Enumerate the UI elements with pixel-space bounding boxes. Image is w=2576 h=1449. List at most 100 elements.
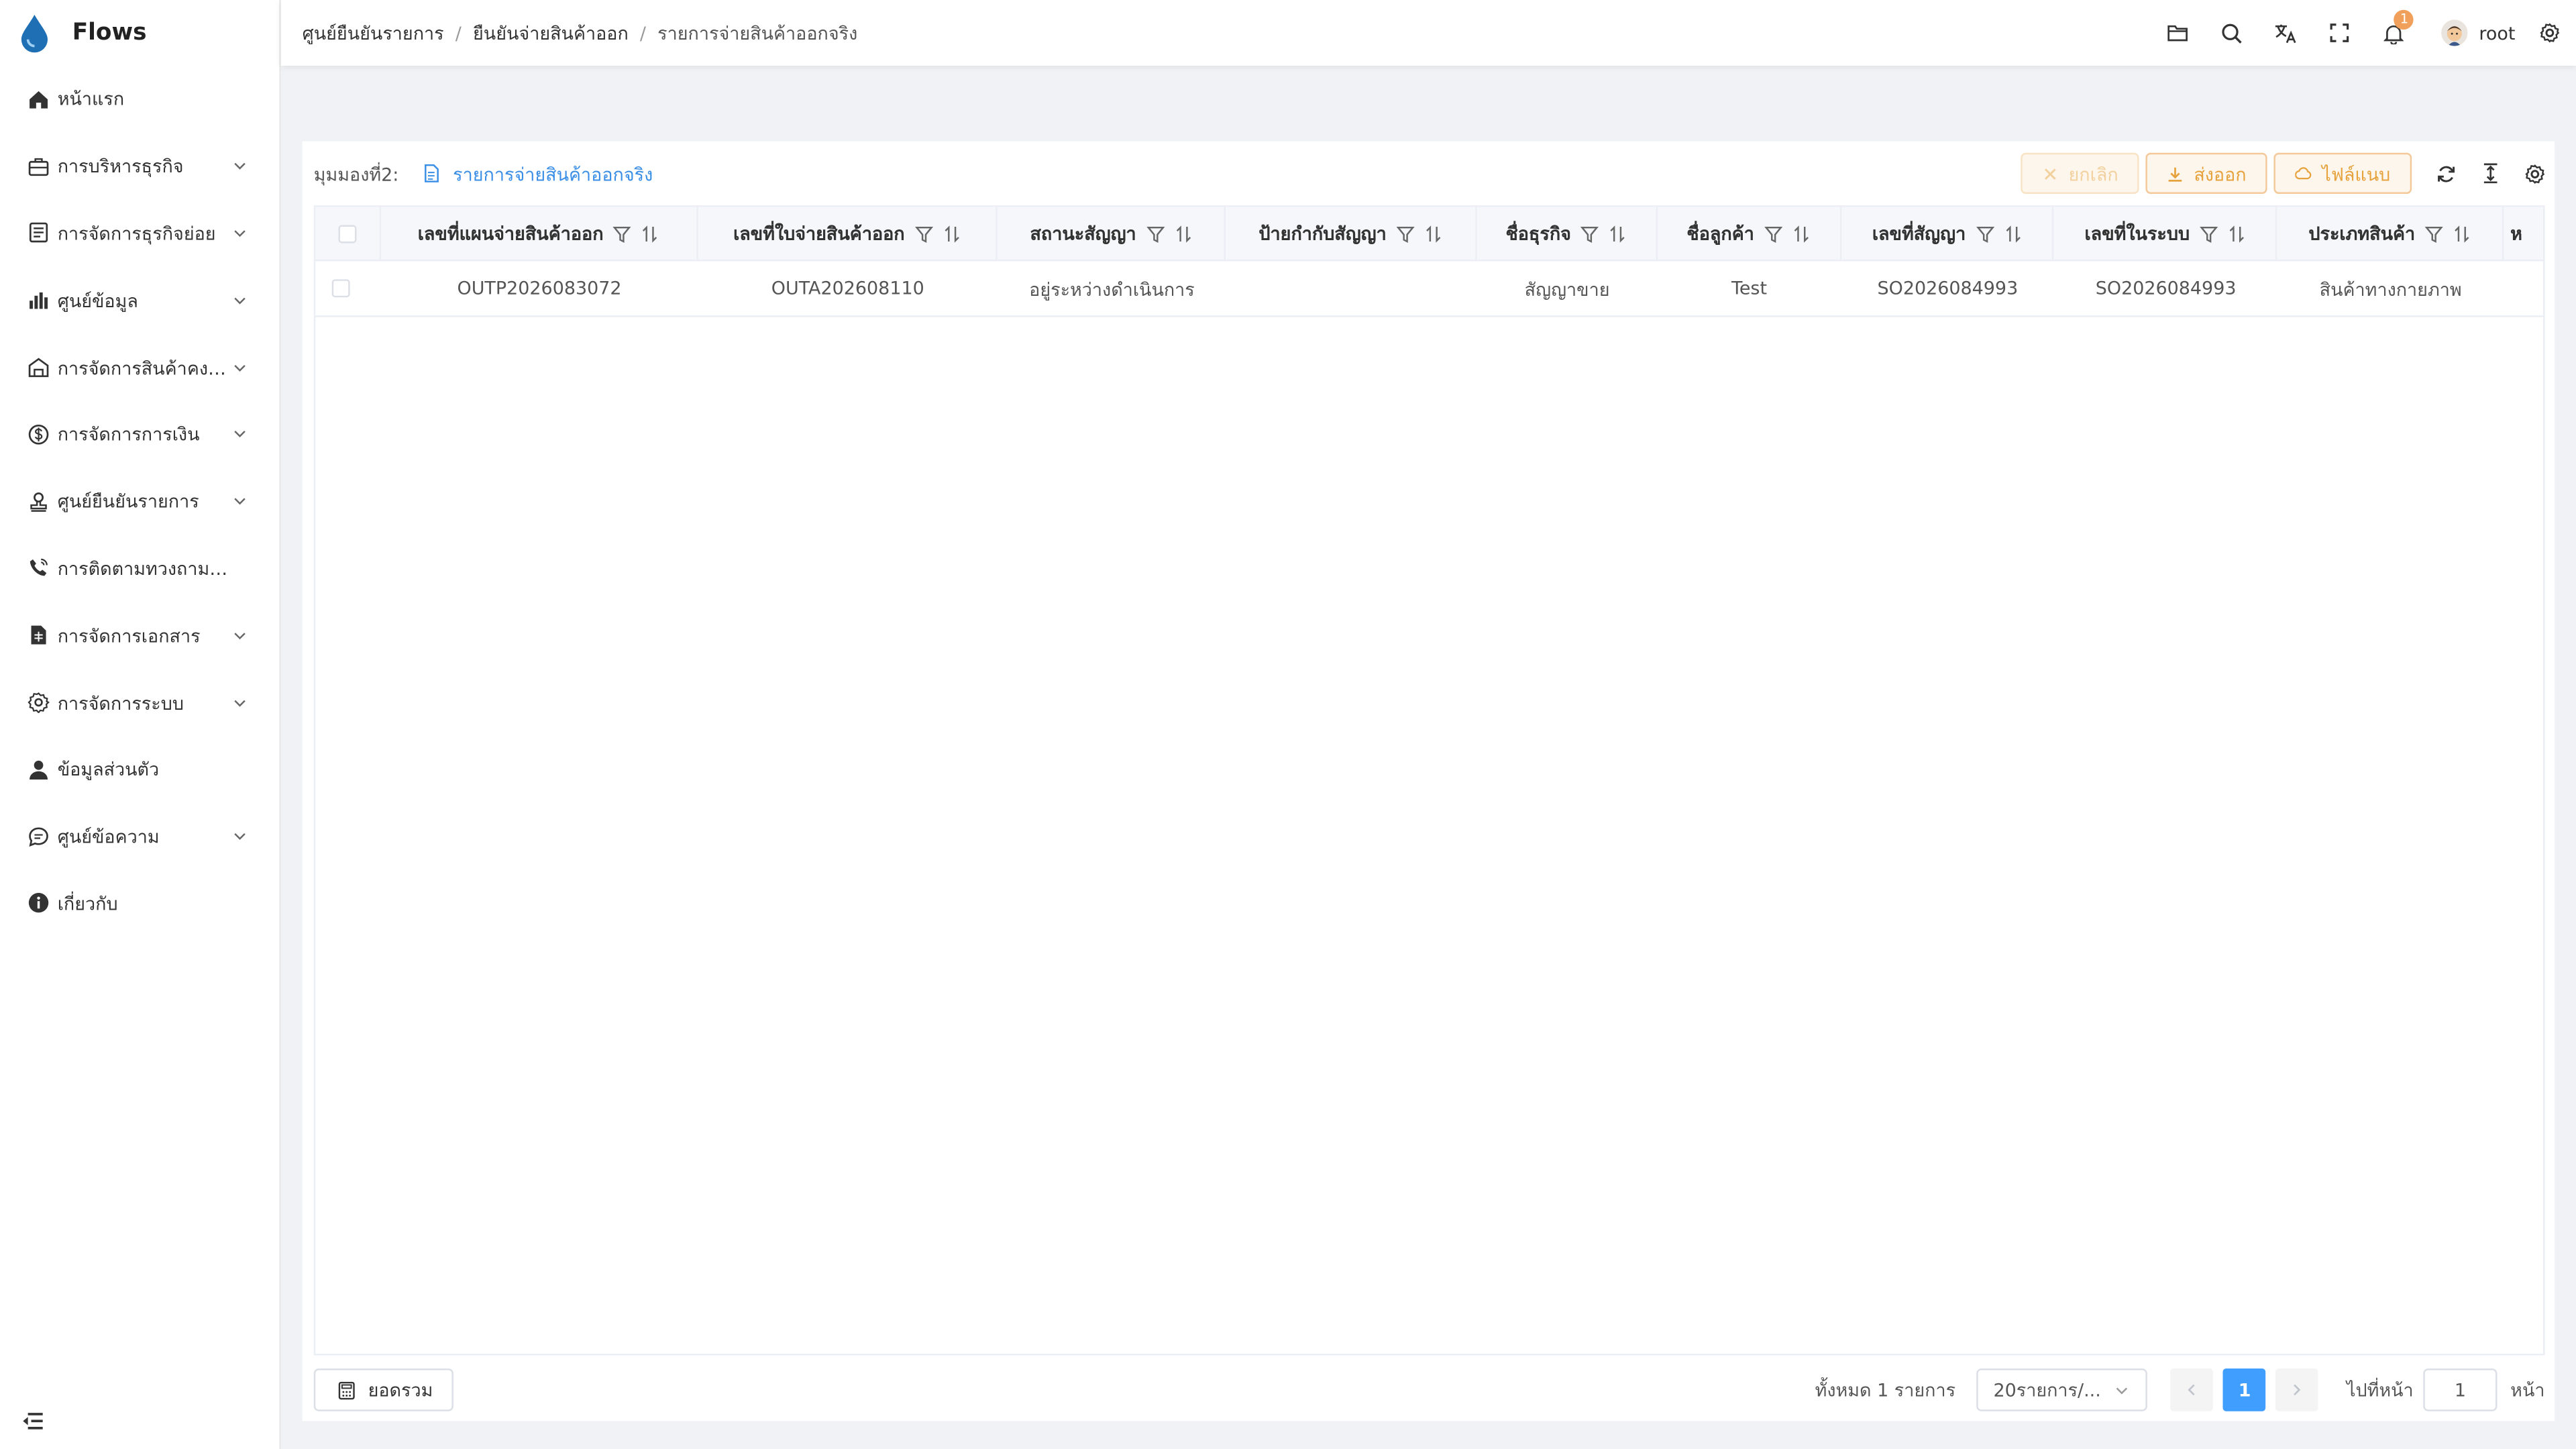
sort-icon[interactable] [943, 224, 961, 242]
sidebar-item[interactable]: การจัดการสินค้าคงคลัง [0, 334, 279, 401]
notification-bell-icon[interactable]: 1 [2383, 9, 2414, 44]
view-selector[interactable]: รายการจ่ายสินค้าออกจริง [422, 158, 653, 188]
refresh-icon[interactable] [2434, 162, 2456, 184]
sort-icon[interactable] [641, 224, 659, 242]
filter-icon[interactable] [914, 224, 933, 242]
column-header[interactable]: ชื่อธุรกิจ [1477, 207, 1658, 260]
chevron-down-icon [234, 364, 246, 371]
filter-icon[interactable] [1146, 224, 1165, 242]
column-header[interactable]: เลขที่ใบจ่ายสินค้าออก [698, 207, 998, 260]
water-drop-icon [21, 15, 48, 53]
page-number-button[interactable]: 1 [2223, 1368, 2266, 1411]
row-checkbox[interactable] [331, 279, 350, 298]
warehouse-icon [28, 357, 50, 378]
breadcrumb-item[interactable]: ศูนย์ยืนยันรายการ [303, 18, 444, 48]
prev-page-button[interactable] [2170, 1368, 2214, 1411]
column-header-label: ห [2510, 223, 2522, 245]
sidebar-item[interactable]: ศูนย์ข้อมูล [0, 267, 279, 334]
column-header[interactable]: เลขที่ในระบบ [2054, 207, 2277, 260]
sidebar-item[interactable]: ศูนย์ข้อความ [0, 803, 279, 870]
filter-icon[interactable] [2424, 224, 2443, 242]
sidebar-item[interactable]: ศูนย์ยืนยันรายการ [0, 468, 279, 535]
notification-badge: 1 [2394, 9, 2414, 30]
breadcrumb-item[interactable]: ยืนยันจ่ายสินค้าออก [473, 18, 629, 48]
attachment-button[interactable]: ไฟล์แนบ [2274, 152, 2412, 194]
sidebar-item-label: การจัดการธุรกิจย่อย [57, 223, 216, 245]
column-header[interactable]: ประเภทสินค้า [2277, 207, 2504, 260]
fullscreen-icon[interactable] [2328, 21, 2351, 44]
page-size-select[interactable]: 20รายการ/... [1976, 1368, 2148, 1411]
summary-button[interactable]: ยอดรวม [313, 1368, 453, 1411]
column-header[interactable]: เลขที่แผนจ่ายสินค้าออก [381, 207, 698, 260]
sort-icon[interactable] [2227, 224, 2245, 242]
sidebar-item-label: ศูนย์ข้อมูล [57, 290, 138, 312]
sidebar-menu: หน้าแรก การบริหารธุรกิจการจัดการธุรกิจย่อ… [0, 66, 279, 937]
sort-icon[interactable] [1792, 224, 1810, 242]
filter-icon[interactable] [2199, 224, 2218, 242]
chevron-right-icon [2294, 1384, 2302, 1396]
export-button[interactable]: ส่งออก [2146, 152, 2268, 194]
sort-icon[interactable] [2004, 224, 2022, 242]
filter-icon[interactable] [1975, 224, 1994, 242]
document-icon [424, 164, 439, 182]
document-list-icon [28, 223, 50, 244]
sort-icon[interactable] [1174, 224, 1192, 242]
table-cell: OUTA202608110 [771, 277, 924, 299]
column-header[interactable]: สถานะสัญญา [998, 207, 1226, 260]
cancel-button-label: ยกเลิก [2068, 165, 2118, 185]
sidebar-item-label: การจัดการสินค้าคงคลัง [57, 357, 232, 379]
column-header-label: เลขที่แผนจ่ายสินค้าออก [417, 223, 604, 245]
column-header[interactable]: ชื่อลูกค้า [1658, 207, 1841, 260]
folder-icon[interactable] [2166, 21, 2189, 44]
next-page-button[interactable] [2275, 1368, 2319, 1411]
sidebar-item[interactable]: การจัดการเอกสาร [0, 602, 279, 669]
chevron-down-icon [234, 431, 246, 438]
view-label: มุมมองที่2: [313, 163, 399, 185]
cancel-button[interactable]: ยกเลิก [2021, 152, 2140, 194]
translate-icon[interactable] [2274, 21, 2297, 44]
column-header[interactable]: เลขที่สัญญา [1841, 207, 2055, 260]
filter-icon[interactable] [613, 224, 632, 242]
table-row[interactable]: OUTP2026083072 OUTA202608110 อยู่ระหว่างดำ… [315, 261, 2544, 317]
collapse-sidebar-icon[interactable] [21, 1409, 44, 1432]
sort-icon[interactable] [1424, 224, 1442, 242]
row-select-cell [315, 261, 381, 315]
sidebar-item[interactable]: การบริหารธุรกิจ [0, 133, 279, 200]
column-header[interactable]: ป้ายกำกับสัญญา [1226, 207, 1477, 260]
filter-icon[interactable] [1580, 224, 1599, 242]
sidebar-item[interactable]: ข้อมูลส่วนตัว [0, 736, 279, 803]
column-header-label: เลขที่ใบจ่ายสินค้าออก [733, 223, 905, 245]
breadcrumb-current: รายการจ่ายสินค้าออกจริง [657, 23, 858, 45]
close-icon [2042, 165, 2058, 181]
sidebar-item[interactable]: การจัดการระบบ [0, 669, 279, 736]
column-settings-icon[interactable] [2524, 162, 2545, 184]
sidebar-item[interactable]: การจัดการธุรกิจย่อย [0, 200, 279, 267]
user-menu[interactable]: root [2441, 19, 2515, 46]
row-height-icon[interactable] [2479, 162, 2501, 184]
chevron-left-icon [2188, 1384, 2196, 1396]
app-logo[interactable]: Flows [0, 0, 279, 66]
sidebar-item[interactable]: หน้าแรก [0, 66, 279, 133]
filter-icon[interactable] [1396, 224, 1415, 242]
bar-chart-icon [28, 290, 50, 311]
table-header: เลขที่แผนจ่ายสินค้าออก เลขที่ใบจ่ายสินค้า… [315, 207, 2544, 262]
table-cell: สัญญาขาย [1524, 278, 1610, 300]
goto-suffix: หน้า [2510, 1380, 2545, 1401]
sort-icon[interactable] [1609, 224, 1627, 242]
sidebar-item[interactable]: การจัดการการเงิน [0, 401, 279, 468]
settings-gear-icon[interactable] [2538, 21, 2561, 44]
sidebar-item-label: เกี่ยวกับ [57, 894, 118, 915]
sidebar-item[interactable]: เกี่ยวกับ [0, 870, 279, 937]
sort-icon[interactable] [2453, 224, 2471, 242]
search-icon[interactable] [2220, 21, 2243, 44]
column-header-label: เลขที่ในระบบ [2084, 223, 2190, 245]
sidebar-item[interactable]: การติดตามทวงถามหนี้ [0, 535, 279, 602]
select-all-checkbox[interactable] [338, 224, 357, 243]
goto-label: ไปที่หน้า [2346, 1380, 2414, 1401]
gear-icon [28, 692, 50, 714]
goto-page-input[interactable]: 1 [2423, 1368, 2498, 1411]
column-header[interactable]: ห [2504, 207, 2543, 260]
sidebar: Flows หน้าแรก การบริหารธุรกิจการจัดการธุร… [0, 0, 281, 1449]
table-cell: OUTP2026083072 [457, 277, 622, 299]
filter-icon[interactable] [1764, 224, 1782, 242]
